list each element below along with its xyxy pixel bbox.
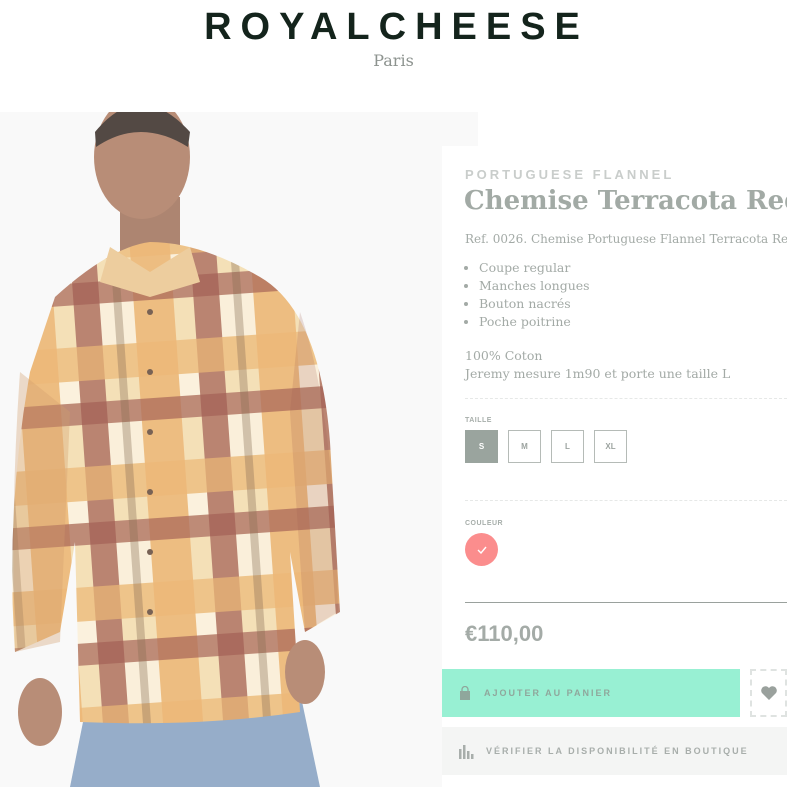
heart-icon — [760, 686, 777, 700]
size-option-xl[interactable]: XL — [594, 430, 627, 463]
model-info: Jeremy mesure 1m90 et porte une taille L — [465, 366, 731, 381]
feature-item: Poche poitrine — [479, 313, 590, 331]
size-option-l[interactable]: L — [551, 430, 584, 463]
add-to-cart-label: AJOUTER AU PANIER — [484, 688, 613, 698]
brand-logo[interactable]: ROYALCHEESE — [0, 6, 787, 49]
product-title: Chemise Terracota Red — [464, 186, 787, 216]
color-swatch-red[interactable] — [465, 533, 498, 566]
composition: 100% Coton — [465, 348, 543, 363]
bar-chart-icon — [459, 745, 474, 759]
product-reference: Ref. 0026. Chemise Portuguese Flannel Te… — [465, 232, 787, 246]
size-option-s[interactable]: S — [465, 430, 498, 463]
check-icon — [477, 546, 487, 554]
price-divider — [465, 602, 787, 603]
composition-block: 100% Coton Jeremy mesure 1m90 et porte u… — [465, 347, 730, 383]
feature-item: Bouton nacrés — [479, 295, 590, 313]
check-store-label: VÉRIFIER LA DISPONIBILITÉ EN BOUTIQUE — [486, 746, 749, 756]
feature-item: Coupe regular — [479, 259, 590, 277]
product-price: €110,00 — [465, 621, 544, 646]
wishlist-button[interactable] — [750, 669, 787, 717]
product-details-panel: PORTUGUESE FLANNEL Chemise Terracota Red… — [442, 146, 787, 787]
product-photo-illustration — [0, 112, 478, 787]
product-photo — [0, 112, 478, 787]
brand-subtitle: Paris — [373, 51, 414, 70]
shopping-bag-icon — [460, 686, 470, 700]
size-label: TAILLE — [465, 417, 492, 424]
size-selector: S M L XL — [465, 430, 627, 463]
add-to-cart-button[interactable]: AJOUTER AU PANIER — [442, 669, 740, 717]
color-label: COULEUR — [465, 520, 504, 527]
divider — [465, 398, 787, 399]
check-store-availability-button[interactable]: VÉRIFIER LA DISPONIBILITÉ EN BOUTIQUE — [442, 727, 787, 775]
feature-item: Manches longues — [479, 277, 590, 295]
divider — [465, 500, 787, 501]
feature-list: Coupe regular Manches longues Bouton nac… — [479, 259, 590, 331]
site-header: ROYALCHEESE Paris — [0, 0, 787, 80]
size-option-m[interactable]: M — [508, 430, 541, 463]
collection-name: PORTUGUESE FLANNEL — [465, 167, 675, 182]
